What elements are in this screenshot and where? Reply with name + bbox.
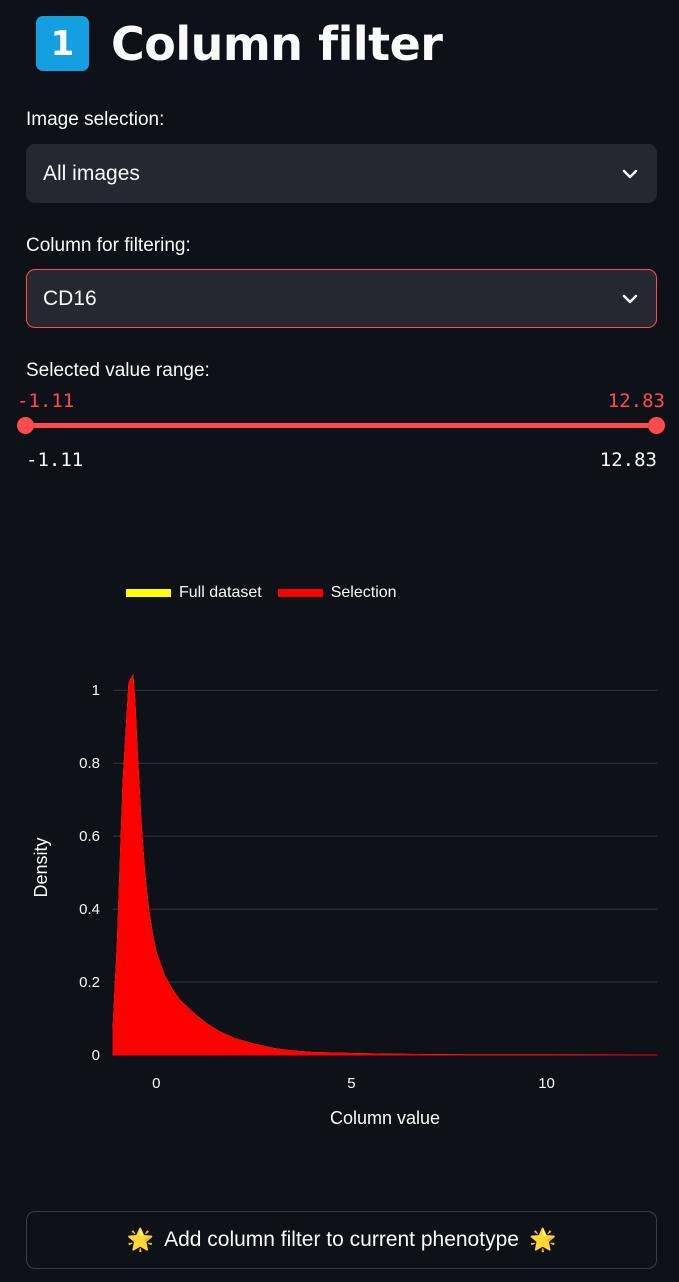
add-column-filter-button[interactable]: 🌟 Add column filter to current phenotype… <box>26 1211 657 1269</box>
y-tick-label: 0.6 <box>79 828 100 845</box>
x-tick-label: 0 <box>152 1075 160 1092</box>
y-tick-label: 0 <box>92 1047 100 1064</box>
density-chart[interactable]: 00.20.40.60.810 5 10Column valueDensity <box>0 560 679 1160</box>
image-selection-value: All images <box>43 161 140 185</box>
y-axis-title: Density <box>31 837 51 897</box>
star-icon: 🌟 <box>126 1227 155 1252</box>
chevron-down-icon <box>622 294 638 303</box>
slider-bound-min: -1.11 <box>26 449 84 471</box>
series-area-selection <box>112 673 658 1056</box>
column-filter-label: Column for filtering: <box>26 235 191 256</box>
y-tick-label: 0.4 <box>79 901 100 918</box>
range-slider-min-handle[interactable] <box>17 417 34 434</box>
x-tick-label: 10 <box>538 1075 555 1092</box>
image-selection-dropdown[interactable]: All images <box>26 144 657 203</box>
series-area-full-dataset <box>112 673 658 1056</box>
add-column-filter-button-label: Add column filter to current phenotype <box>164 1228 519 1251</box>
image-selection-label: Image selection: <box>26 109 165 130</box>
slider-selected-max: 12.83 <box>607 390 665 412</box>
y-tick-label: 0.8 <box>79 755 100 772</box>
star-icon: 🌟 <box>528 1227 557 1252</box>
y-tick-label: 1 <box>92 682 100 699</box>
slider-selected-min: -1.11 <box>17 390 75 412</box>
slider-bound-max: 12.83 <box>599 449 657 471</box>
page-title: Column filter <box>111 16 443 71</box>
page: 1 Column filter Image selection: All ima… <box>0 0 679 1282</box>
x-axis-title: Column value <box>330 1108 440 1128</box>
value-range-label: Selected value range: <box>26 360 210 381</box>
range-slider-track[interactable] <box>26 423 657 428</box>
y-tick-label: 0.2 <box>79 974 100 991</box>
x-tick-label: 5 <box>347 1075 355 1092</box>
step-number-badge: 1 <box>36 16 89 71</box>
chevron-down-icon <box>622 169 638 178</box>
page-title-row: 1 Column filter <box>36 16 443 71</box>
column-filter-dropdown[interactable]: CD16 <box>26 269 657 328</box>
range-slider-max-handle[interactable] <box>648 417 665 434</box>
column-filter-value: CD16 <box>43 286 97 310</box>
